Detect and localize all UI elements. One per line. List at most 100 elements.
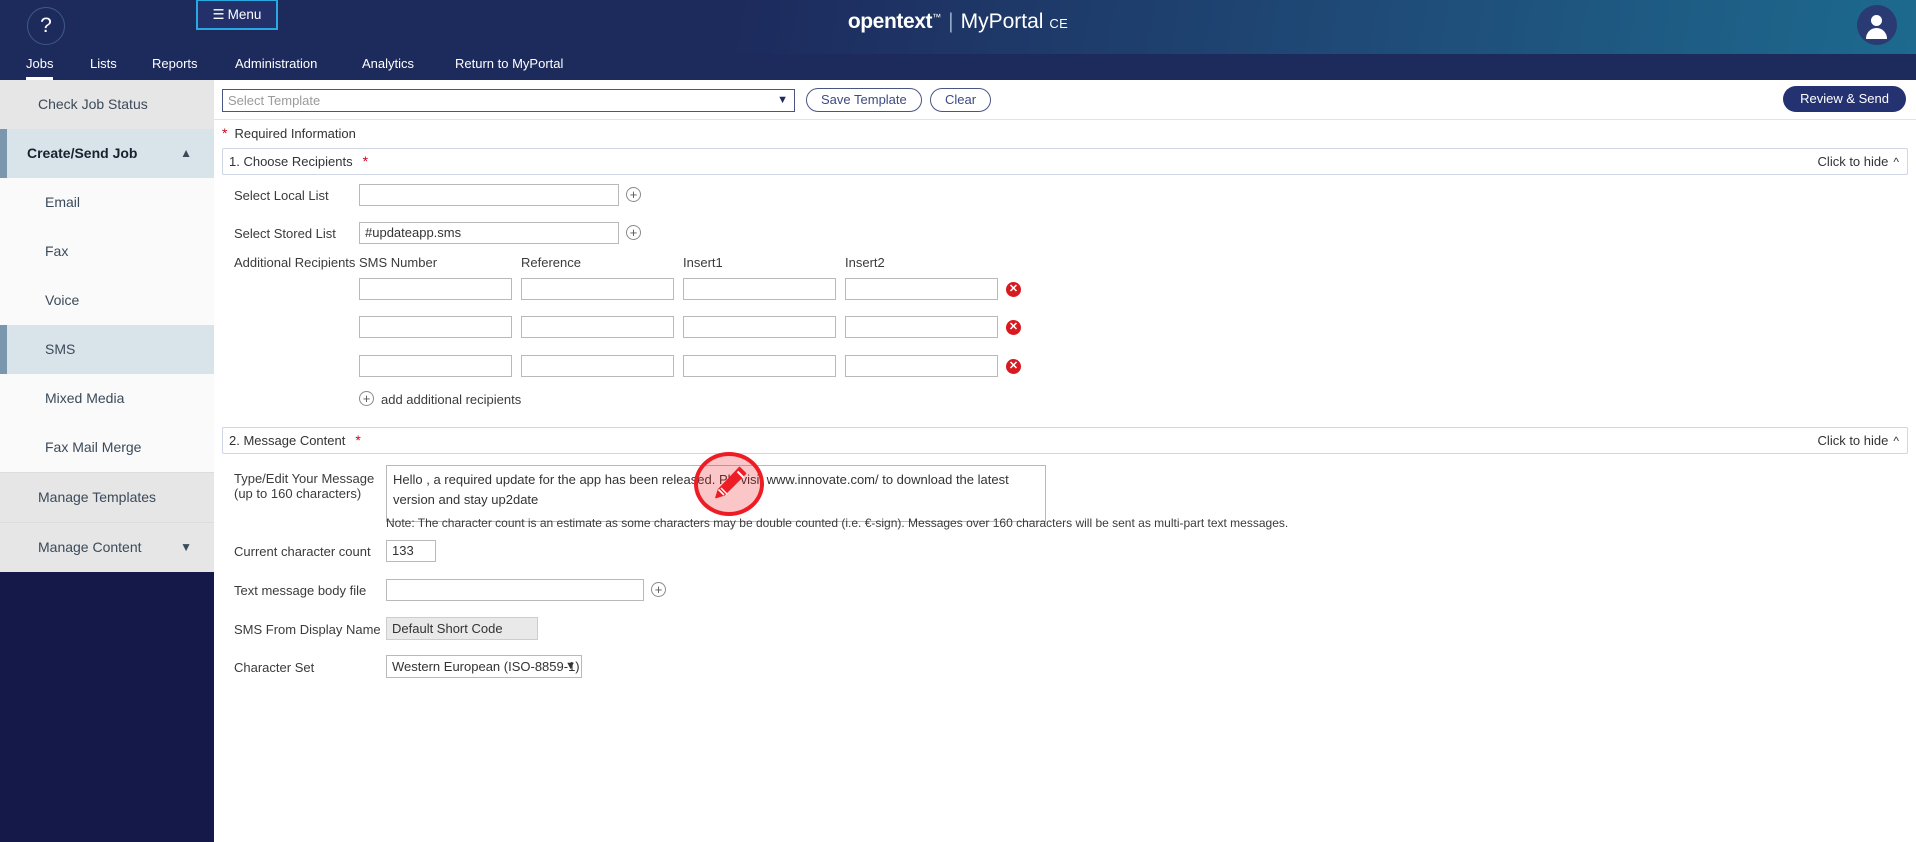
plus-circle-icon-body-file[interactable]: + xyxy=(651,582,666,597)
sidebar-item-label: Check Job Status xyxy=(38,96,148,112)
user-avatar-icon[interactable] xyxy=(1857,5,1897,45)
recipient-insert1-input[interactable] xyxy=(683,316,836,338)
required-information-note: * Required Information xyxy=(222,125,356,141)
label-type-edit-message-line1: Type/Edit Your Message xyxy=(234,471,374,486)
text-message-body-file-input[interactable] xyxy=(386,579,644,601)
label-text: Character Set xyxy=(234,660,314,675)
nav-item-return-to-myportal[interactable]: Return to MyPortal xyxy=(455,54,563,80)
required-star: * xyxy=(222,125,227,141)
avatar-body xyxy=(1866,28,1887,39)
character-count-note: Note: The character count is an estimate… xyxy=(386,516,1288,530)
sidebar-item-voice[interactable]: Voice xyxy=(0,276,214,325)
label-text: Current character count xyxy=(234,544,371,559)
select-stored-list-input[interactable]: #updateapp.sms xyxy=(359,222,619,244)
recipient-reference-input[interactable] xyxy=(521,355,674,377)
chevron-down-icon: ▼ xyxy=(180,523,192,572)
input-value: #updateapp.sms xyxy=(365,225,461,240)
required-information-label: Required Information xyxy=(234,126,355,141)
sidebar-item-sms[interactable]: SMS xyxy=(0,325,214,374)
save-template-button[interactable]: Save Template xyxy=(806,88,922,112)
recipient-insert2-input[interactable] xyxy=(845,316,998,338)
recipient-sms-number-input[interactable] xyxy=(359,355,512,377)
plus-circle-icon-add-recipients[interactable]: + xyxy=(359,391,374,406)
recipient-reference-input[interactable] xyxy=(521,278,674,300)
label-text: Type/Edit Your Message xyxy=(234,471,374,486)
nav-label: Reports xyxy=(152,56,198,71)
section-toggle-message[interactable]: Click to hide^ xyxy=(1818,428,1899,453)
input-value: 133 xyxy=(392,543,414,558)
sidebar-item-manage-content[interactable]: Manage Content ▼ xyxy=(0,523,214,572)
sidebar-item-label: Fax xyxy=(45,243,68,259)
select-template-placeholder: Select Template xyxy=(228,93,320,108)
clear-label: Clear xyxy=(945,92,976,107)
nav-item-jobs[interactable]: Jobs xyxy=(26,54,53,80)
select-local-list-input[interactable] xyxy=(359,184,619,206)
column-label: SMS Number xyxy=(359,255,437,270)
recipient-insert2-input[interactable] xyxy=(845,355,998,377)
plus-circle-icon-stored-list[interactable]: + xyxy=(626,225,641,240)
recipient-insert1-input[interactable] xyxy=(683,355,836,377)
brand-trademark: ™ xyxy=(932,12,941,22)
sidebar-scroll: Check Job Status Create/Send Job ▲ Email… xyxy=(0,80,214,572)
plus-circle-icon-local-list[interactable]: + xyxy=(626,187,641,202)
chevron-up-icon: ^ xyxy=(1893,155,1899,169)
label-sms-from-display-name: SMS From Display Name xyxy=(234,622,381,637)
required-star: * xyxy=(363,153,368,169)
sidebar-item-mixed-media[interactable]: Mixed Media xyxy=(0,374,214,423)
section-header-choose-recipients[interactable]: 1. Choose Recipients* Click to hide^ xyxy=(222,148,1908,175)
sidebar-item-fax-mail-merge[interactable]: Fax Mail Merge xyxy=(0,423,214,472)
column-label: Insert1 xyxy=(683,255,723,270)
label-select-stored-list: Select Stored List xyxy=(234,226,336,241)
review-send-label: Review & Send xyxy=(1800,91,1889,106)
sidebar-item-label: Manage Templates xyxy=(38,489,156,505)
sidebar-item-label: Email xyxy=(45,194,80,210)
label-select-local-list: Select Local List xyxy=(234,188,329,203)
sms-from-display-name-input[interactable]: Default Short Code xyxy=(386,617,538,640)
add-additional-recipients-link[interactable]: add additional recipients xyxy=(381,392,521,407)
sidebar-item-label: Fax Mail Merge xyxy=(45,439,141,455)
delete-circle-icon-row2[interactable]: ✕ xyxy=(1006,320,1021,335)
recipient-sms-number-input[interactable] xyxy=(359,278,512,300)
sidebar-item-check-job-status[interactable]: Check Job Status xyxy=(0,80,214,129)
delete-circle-icon-row3[interactable]: ✕ xyxy=(1006,359,1021,374)
nav-item-lists[interactable]: Lists xyxy=(90,54,117,80)
label-text: Select Stored List xyxy=(234,226,336,241)
sidebar-item-fax[interactable]: Fax xyxy=(0,227,214,276)
delete-circle-icon-row1[interactable]: ✕ xyxy=(1006,282,1021,297)
app-root: ? ☰Menu opentext™|MyPortal CE Jobs Lists… xyxy=(0,0,1916,842)
recipient-reference-input[interactable] xyxy=(521,316,674,338)
sidebar-item-label: SMS xyxy=(45,341,75,357)
section-toggle-recipients[interactable]: Click to hide^ xyxy=(1818,149,1899,174)
nav-item-administration[interactable]: Administration xyxy=(235,54,317,80)
select-value: Western European (ISO-8859-1) xyxy=(392,659,580,674)
clear-button[interactable]: Clear xyxy=(930,88,991,112)
section-header-message-content[interactable]: 2. Message Content* Click to hide^ xyxy=(222,427,1908,454)
nav-label: Administration xyxy=(235,56,317,71)
chevron-up-icon: ▲ xyxy=(180,129,192,178)
column-header-sms-number: SMS Number xyxy=(359,255,437,270)
add-link-label: add additional recipients xyxy=(381,392,521,407)
template-toolbar: Select Template ▼ Save Template Clear Re… xyxy=(214,80,1916,120)
recipient-sms-number-input[interactable] xyxy=(359,316,512,338)
section-title: 2. Message Content* xyxy=(229,428,361,453)
column-header-insert1: Insert1 xyxy=(683,255,723,270)
pencil-edit-icon xyxy=(706,461,752,507)
chevron-up-icon: ^ xyxy=(1893,434,1899,448)
review-and-send-button[interactable]: Review & Send xyxy=(1783,86,1906,112)
column-header-insert2: Insert2 xyxy=(845,255,885,270)
character-set-dropdown[interactable]: Western European (ISO-8859-1) ▼ xyxy=(386,655,582,678)
recipient-insert1-input[interactable] xyxy=(683,278,836,300)
nav-label: Return to MyPortal xyxy=(455,56,563,71)
sidebar-item-email[interactable]: Email xyxy=(0,178,214,227)
label-text: SMS From Display Name xyxy=(234,622,381,637)
sidebar-item-create-send-job[interactable]: Create/Send Job ▲ xyxy=(0,129,214,178)
current-character-count-input[interactable]: 133 xyxy=(386,540,436,562)
sidebar-item-manage-templates[interactable]: Manage Templates xyxy=(0,473,214,522)
label-text: Additional Recipients xyxy=(234,255,355,270)
nav-item-analytics[interactable]: Analytics xyxy=(362,54,414,80)
label-text: (up to 160 characters) xyxy=(234,486,361,501)
label-text: Text message body file xyxy=(234,583,366,598)
nav-item-reports[interactable]: Reports xyxy=(152,54,198,80)
select-template-dropdown[interactable]: Select Template ▼ xyxy=(222,89,795,112)
recipient-insert2-input[interactable] xyxy=(845,278,998,300)
